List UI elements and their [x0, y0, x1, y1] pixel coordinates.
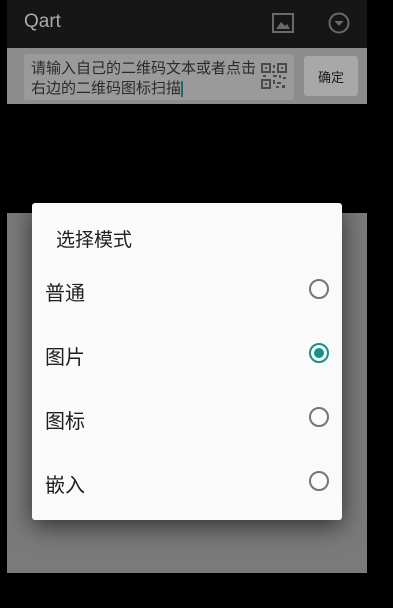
image-icon[interactable] [272, 12, 294, 34]
radio-unchecked[interactable] [309, 407, 329, 427]
radio-dot [314, 348, 324, 358]
option-label: 图标 [45, 409, 85, 433]
input-row: 请输入自己的二维码文本或者点击右边的二维码图标扫描 确定 [7, 48, 367, 104]
option-label: 图片 [45, 345, 85, 369]
qr-code-icon[interactable] [261, 63, 287, 89]
option-image[interactable]: 图片 [32, 321, 342, 385]
confirm-button[interactable]: 确定 [304, 56, 358, 96]
option-label: 普通 [45, 281, 85, 305]
radio-checked[interactable] [309, 343, 329, 363]
qr-text-input[interactable]: 请输入自己的二维码文本或者点击右边的二维码图标扫描 [24, 54, 294, 100]
text-caret [181, 80, 184, 97]
app-title: Qart [24, 11, 61, 32]
dropdown-menu-icon[interactable] [328, 12, 350, 34]
option-embed[interactable]: 嵌入 [32, 449, 342, 513]
radio-unchecked[interactable] [309, 279, 329, 299]
option-normal[interactable]: 普通 [32, 257, 342, 321]
option-label: 嵌入 [45, 473, 85, 497]
dialog-title: 选择模式 [56, 229, 133, 251]
toolbar: Qart [7, 0, 367, 48]
mode-dialog: 选择模式 普通 图片 图标 嵌入 [32, 203, 342, 520]
qr-text-value: 请输入自己的二维码文本或者点击右边的二维码图标扫描 [31, 59, 257, 97]
option-icon[interactable]: 图标 [32, 385, 342, 449]
radio-unchecked[interactable] [309, 471, 329, 491]
